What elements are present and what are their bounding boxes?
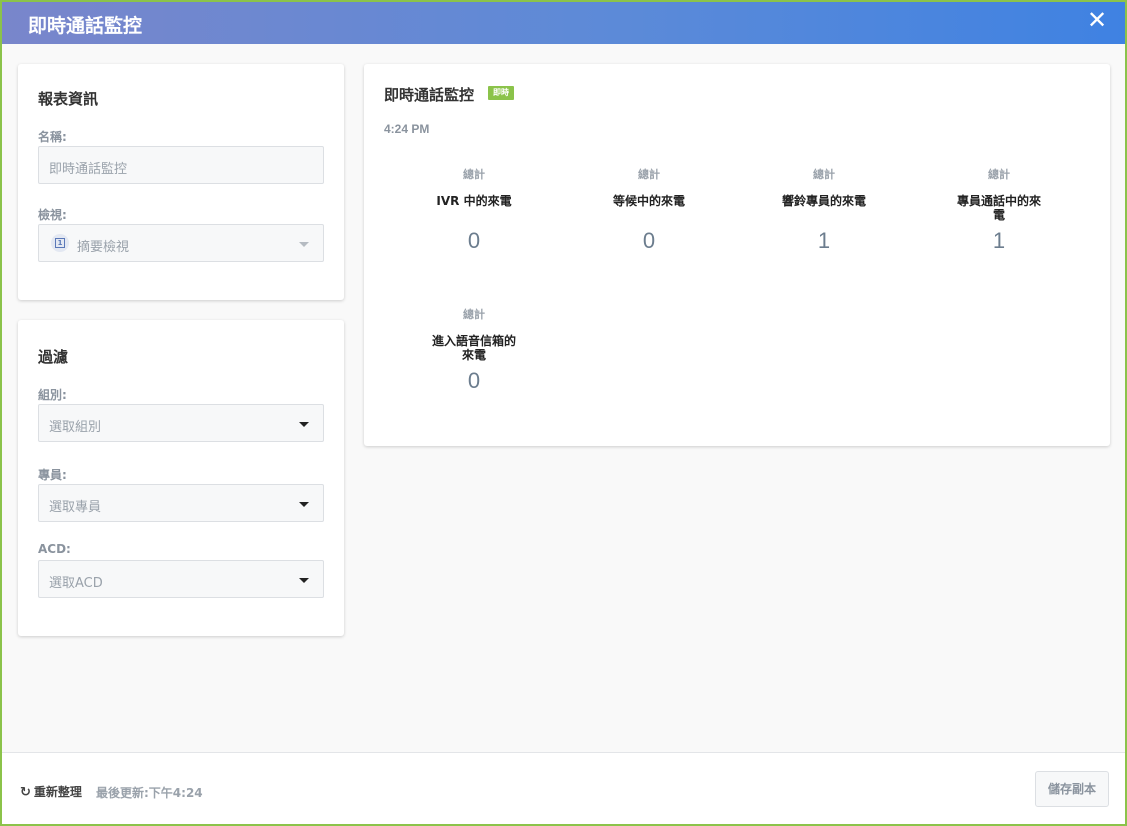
- refresh-icon: ↻: [20, 785, 31, 800]
- filters-card: 過濾 組別: 選取組別 專員: 選取專員 ACD: 選取ACD: [18, 320, 344, 636]
- metric-ringing-calls: 總計 響鈴專員的來電 1: [764, 166, 884, 254]
- group-label: 組別:: [38, 388, 67, 402]
- view-select-value: 摘要檢視: [77, 240, 130, 255]
- metric-total-label: 總計: [813, 168, 835, 181]
- metric-total-label: 總計: [463, 168, 485, 181]
- metric-label: 等候中的來電: [612, 194, 685, 208]
- metric-waiting-calls: 總計 等候中的來電 0: [589, 166, 709, 254]
- last-update-text: 最後更新:下午4:24: [96, 786, 203, 800]
- metric-total-label: 總計: [988, 168, 1010, 181]
- agent-label: 專員:: [38, 468, 67, 482]
- metric-label: 專員通話中的來電: [956, 194, 1041, 222]
- metric-total-label: 總計: [638, 168, 660, 181]
- report-info-card: 報表資訊 名稱: 即時通話監控 檢視: 1 摘要檢視: [18, 64, 344, 300]
- monitor-card: 即時通話監控 即時 4:24 PM 總計 IVR 中的來電 0 總計 等候中的來…: [364, 64, 1110, 446]
- group-select[interactable]: 選取組別: [38, 404, 324, 442]
- chevron-down-icon: [299, 578, 309, 583]
- view-select[interactable]: 1 摘要檢視: [38, 224, 324, 262]
- chevron-down-icon: [299, 242, 309, 247]
- acd-label: ACD:: [38, 542, 71, 556]
- agent-select-placeholder: 選取專員: [49, 500, 102, 515]
- metric-ivr-calls: 總計 IVR 中的來電 0: [414, 166, 534, 254]
- name-field[interactable]: 即時通話監控: [38, 146, 324, 184]
- agent-select[interactable]: 選取專員: [38, 484, 324, 522]
- name-label: 名稱:: [38, 130, 67, 144]
- metric-value: 1: [817, 228, 831, 253]
- close-icon[interactable]: ✕: [1085, 8, 1109, 34]
- refresh-button[interactable]: ↻ 重新整理: [20, 783, 82, 800]
- modal-footer: ↻ 重新整理 最後更新:下午4:24 儲存副本: [2, 752, 1125, 824]
- view-label: 檢視:: [38, 208, 67, 222]
- live-badge: 即時: [488, 86, 514, 100]
- summary-view-icon: 1: [51, 234, 69, 252]
- save-copy-button[interactable]: 儲存副本: [1035, 771, 1109, 807]
- metric-value: 1: [992, 228, 1006, 253]
- metric-label: 進入語音信箱的來電: [431, 334, 516, 362]
- refresh-label: 重新整理: [33, 785, 82, 799]
- metric-label: 響鈴專員的來電: [781, 194, 866, 208]
- acd-select-placeholder: 選取ACD: [49, 576, 103, 591]
- acd-select[interactable]: 選取ACD: [38, 560, 324, 598]
- metric-label: IVR 中的來電: [436, 194, 512, 208]
- filters-title: 過濾: [38, 348, 69, 366]
- metric-value: 0: [467, 228, 481, 253]
- group-select-placeholder: 選取組別: [49, 420, 102, 435]
- live-call-monitor-modal: 即時通話監控 ✕ 報表資訊 名稱: 即時通話監控 檢視: 1 摘要檢視 過濾 組…: [0, 0, 1127, 826]
- chevron-down-icon: [299, 502, 309, 507]
- name-field-value: 即時通話監控: [49, 162, 128, 177]
- monitor-time: 4:24 PM: [384, 122, 430, 136]
- modal-title: 即時通話監控: [28, 15, 143, 37]
- metric-total-label: 總計: [463, 308, 485, 321]
- modal-header: 即時通話監控 ✕: [2, 2, 1125, 44]
- metric-talking-calls: 總計 專員通話中的來電 1: [939, 166, 1059, 254]
- monitor-title: 即時通話監控: [384, 86, 475, 104]
- report-info-title: 報表資訊: [38, 90, 99, 108]
- chevron-down-icon: [299, 422, 309, 427]
- metric-voicemail-calls: 總計 進入語音信箱的來電 0: [414, 306, 534, 394]
- metric-value: 0: [642, 228, 656, 253]
- metric-value: 0: [467, 368, 481, 393]
